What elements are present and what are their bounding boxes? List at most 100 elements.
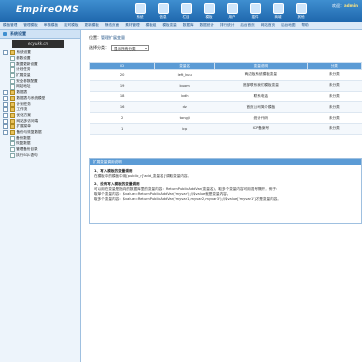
tree-item-label: 计划任务	[16, 67, 31, 72]
top-menu-item-3[interactable]: 模板	[199, 0, 219, 22]
nav-item[interactable]: 排行统计	[217, 23, 237, 28]
nav-item[interactable]: 管理模板	[20, 23, 40, 28]
top-menu-label: 用户	[228, 15, 236, 19]
folder-icon	[9, 50, 15, 56]
cell-name[interactable]: icp	[154, 123, 215, 135]
top-menu-label: 其他	[297, 15, 305, 19]
system-icon	[134, 3, 146, 14]
top-menu-item-1[interactable]: 信息	[153, 0, 173, 22]
cell-cat: 未分类	[307, 69, 362, 81]
nav-item[interactable]: 审核模板	[41, 23, 61, 28]
top-menu-item-6[interactable]: 商城	[268, 0, 288, 22]
nav-item[interactable]: 数据统计	[197, 23, 217, 28]
folder-icon	[9, 107, 15, 113]
top-menu: 系统 信息 栏目 模板 用户 插件 商城 其他	[130, 0, 314, 22]
cell-id: 18	[89, 91, 155, 103]
expand-toggle-icon[interactable]	[3, 112, 8, 118]
nav-item[interactable]: 数据库	[180, 23, 197, 28]
nav-item[interactable]: 后台首页	[237, 23, 257, 28]
page-icon	[10, 73, 15, 79]
cell-desc: 联系电话	[214, 91, 308, 103]
tree-item[interactable]: 执行SQL语句	[0, 152, 80, 158]
welcome-user[interactable]: admin	[344, 3, 358, 8]
nav-item[interactable]: 后台地图	[278, 23, 298, 28]
table-row: 20 left_kuu 两边板系统模板变量 未分类	[89, 69, 362, 81]
nav-item[interactable]: 模板管理	[0, 23, 20, 28]
filter-row: 选择分类： 显示所有分类	[89, 45, 149, 51]
nav-item[interactable]: 帮助	[298, 23, 311, 28]
top-menu-item-0[interactable]: 系统	[130, 0, 150, 22]
cell-cat: 未分类	[307, 112, 362, 124]
expand-toggle-icon[interactable]	[3, 107, 8, 113]
cell-desc: 统计代码	[214, 112, 308, 124]
expand-toggle-icon[interactable]	[3, 124, 8, 130]
table-row: 18 lxdh 联系电话 未分类	[89, 91, 362, 103]
expand-toggle-icon[interactable]	[3, 95, 8, 101]
cell-cat: 未分类	[307, 101, 362, 114]
top-menu-label: 栏目	[182, 15, 190, 19]
top-menu-label: 系统	[136, 15, 144, 19]
nav-item[interactable]: 定时模板	[61, 23, 81, 28]
tree-item-label: 备份与恢复数据	[16, 129, 42, 134]
column-header: 变量名	[154, 62, 216, 70]
top-menu-item-4[interactable]: 用户	[222, 0, 242, 22]
expand-toggle-icon[interactable]	[3, 50, 8, 56]
nav-item[interactable]: 网站首页	[258, 23, 278, 28]
cell-name[interactable]: left_kuu	[154, 69, 215, 81]
cell-id: 19	[89, 80, 155, 92]
cell-name[interactable]: tongji	[154, 112, 215, 124]
top-menu-item-7[interactable]: 其他	[291, 0, 311, 22]
column-header: 变量说明	[214, 62, 308, 70]
cell-desc: ICP备案号	[214, 123, 308, 135]
logo: EmpireOMS	[16, 5, 80, 15]
table-row: 2 tongji 统计代码 未分类	[89, 112, 362, 124]
top-menu-item-2[interactable]: 栏目	[176, 0, 196, 22]
settings-icon	[3, 32, 7, 36]
column-icon	[180, 3, 192, 14]
tree-item-label: 恢复数据	[16, 141, 31, 146]
nav-item[interactable]: 模板组	[143, 23, 160, 28]
table-header-row: ID 变量名 变量说明 分类	[88, 62, 362, 70]
tree-item-label: 系统设置	[16, 50, 31, 55]
breadcrumb-prefix: 位置：	[89, 35, 101, 40]
cell-name[interactable]: dz	[154, 101, 215, 114]
cell-cat: 未分类	[307, 123, 362, 135]
page-icon	[10, 152, 15, 158]
page-icon	[10, 84, 15, 90]
nav-item[interactable]: 模板变量	[159, 23, 179, 28]
table-row: 16 dz 首页公司简介模板 未分类	[89, 101, 362, 114]
filter-label: 选择分类：	[89, 45, 109, 50]
expand-toggle-icon[interactable]	[3, 129, 8, 135]
cell-name[interactable]: lxdh	[154, 91, 215, 103]
nav-item[interactable]: 素材管理	[122, 23, 142, 28]
tree-item-label: 备份数据	[16, 135, 31, 140]
top-menu-item-5[interactable]: 插件	[245, 0, 265, 22]
commerce-icon	[272, 3, 284, 14]
folder-icon	[9, 95, 15, 101]
expand-toggle-icon[interactable]	[3, 101, 8, 107]
cell-cat: 未分类	[307, 80, 362, 92]
cell-id: 16	[89, 101, 155, 114]
other-icon	[295, 3, 307, 14]
sidebar-title: 系统设置	[10, 31, 26, 36]
watermark: ecyukk.cn	[12, 40, 64, 48]
page-icon	[10, 146, 15, 153]
plugin-icon	[249, 3, 261, 14]
cell-name[interactable]: buom	[154, 80, 215, 92]
cell-id: 1	[89, 123, 155, 135]
breadcrumb-link[interactable]: 管理扩展变量	[101, 35, 125, 40]
cell-desc: 两边板系统模板变量	[214, 69, 308, 81]
page-icon	[10, 141, 15, 147]
welcome-text: 欢迎：admin	[332, 3, 358, 9]
category-select[interactable]: 显示所有分类	[111, 45, 149, 51]
tree-item-label: 优化方案	[16, 112, 31, 117]
cell-id: 2	[89, 112, 155, 124]
expand-toggle-icon[interactable]	[3, 118, 8, 124]
nav-item[interactable]: 更新模板	[82, 23, 102, 28]
user-icon	[226, 3, 238, 14]
expand-toggle-icon[interactable]	[3, 90, 8, 96]
tree-item-label: 数据表与系统模型	[16, 95, 46, 100]
nav-item[interactable]: 静态页面	[102, 23, 122, 28]
sidebar-header: 系统设置	[0, 30, 80, 39]
help-text-4: 取多个变量内容：$value=ReturnPublicAddVar('myvar…	[94, 197, 281, 201]
